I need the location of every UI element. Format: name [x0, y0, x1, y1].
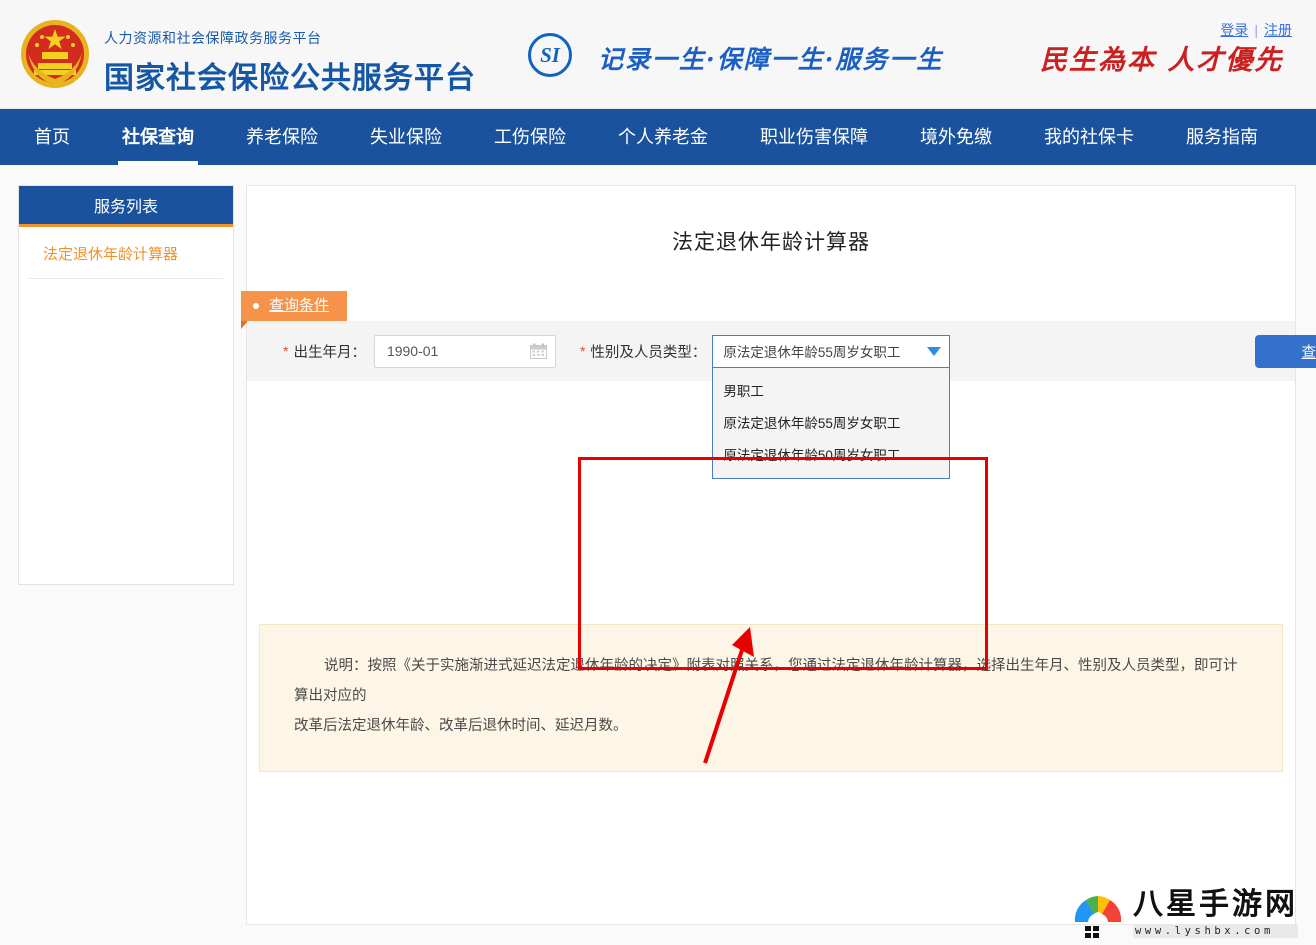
chevron-down-icon[interactable] [927, 346, 942, 356]
nav-item-occupational-injury[interactable]: 职业伤害保障 [734, 109, 894, 165]
register-link[interactable]: 注册 [1264, 22, 1292, 38]
si-logo-icon: SI [528, 33, 572, 77]
content-panel: 法定退休年龄计算器 查询条件 * 出生年月： 1990-01 * 性别及人员类型… [241, 185, 1316, 925]
sidebar-item-retirement-age-calculator[interactable]: 法定退休年龄计算器 [29, 227, 223, 279]
note-line-1: 说明：按照《关于实施渐进式延迟法定退休年龄的决定》附表对照关系，您通过法定退休年… [294, 658, 1238, 704]
sidebar-title: 服务列表 [19, 186, 233, 227]
main-navigation: 首页 社保查询 养老保险 失业保险 工伤保险 个人养老金 职业伤害保障 境外免缴… [0, 109, 1316, 165]
watermark-url: www.lyshbx.com [1133, 924, 1298, 938]
birth-date-field: * 出生年月： 1990-01 [283, 334, 556, 368]
service-list-sidebar: 服务列表 法定退休年龄计算器 [18, 185, 234, 585]
bullet-icon [253, 303, 259, 309]
watermark: 八星手游网 www.lyshbx.com [1071, 888, 1298, 938]
nav-item-personal-pension[interactable]: 个人养老金 [592, 109, 734, 165]
nav-item-home[interactable]: 首页 [8, 109, 96, 165]
header-calligraphy: 民生為本 人才優先 [1040, 45, 1284, 76]
birth-date-value: 1990-01 [386, 343, 439, 359]
birth-date-label: 出生年月： [293, 344, 366, 361]
query-condition-tab[interactable]: 查询条件 [241, 291, 348, 321]
brand-title: 国家社会保险公共服务平台 [104, 61, 476, 96]
auth-links: 登录 | 注册 [1220, 20, 1292, 40]
person-type-selected-value: 原法定退休年龄55周岁女职工 [723, 345, 901, 360]
person-type-select[interactable]: 原法定退休年龄55周岁女职工 [712, 334, 951, 368]
national-emblem-icon [18, 17, 92, 91]
birth-date-input[interactable]: 1990-01 [373, 334, 556, 368]
login-link[interactable]: 登录 [1220, 22, 1248, 38]
header-slogan: 记录一生·保障一生·服务一生 [598, 45, 944, 74]
si-logo-text: SI [528, 33, 572, 77]
nav-item-work-injury-insurance[interactable]: 工伤保险 [468, 109, 592, 165]
birth-required-mark: * [283, 343, 289, 359]
page-root: 人力资源和社会保障政务服务平台 国家社会保险公共服务平台 SI 记录一生·保障一… [0, 0, 1316, 945]
brand-block: 人力资源和社会保障政务服务平台 国家社会保险公共服务平台 [104, 28, 476, 97]
note-line-2: 改革后法定退休年龄、改革后退休时间、延迟月数。 [294, 718, 628, 734]
query-condition-tab-label: 查询条件 [269, 297, 330, 314]
nav-item-pension-insurance[interactable]: 养老保险 [220, 109, 344, 165]
watermark-name: 八星手游网 [1133, 887, 1298, 922]
calendar-icon[interactable] [529, 343, 547, 359]
person-type-field: * 性别及人员类型： 原法定退休年龄55周岁女职工 男职工 原法定退休年龄55周… [579, 334, 951, 479]
person-type-select-wrapper: 原法定退休年龄55周岁女职工 男职工 原法定退休年龄55周岁女职工 原法定退休年… [712, 334, 951, 479]
query-button[interactable]: 查询 [1255, 335, 1316, 368]
nav-item-overseas-exemption[interactable]: 境外免缴 [894, 109, 1018, 165]
nav-item-my-social-card[interactable]: 我的社保卡 [1018, 109, 1160, 165]
nav-item-service-guide[interactable]: 服务指南 [1160, 109, 1284, 165]
auth-separator: | [1254, 22, 1258, 38]
dropdown-option-female-55[interactable]: 原法定退休年龄55周岁女职工 [713, 406, 949, 438]
form-actions: 查询 重置 [1255, 335, 1316, 368]
dropdown-option-male-employee[interactable]: 男职工 [713, 374, 949, 406]
person-type-label: 性别及人员类型： [590, 344, 707, 361]
person-type-required-mark: * [579, 343, 586, 359]
nav-item-unemployment-insurance[interactable]: 失业保险 [344, 109, 468, 165]
query-form-row: * 出生年月： 1990-01 * 性别及人员类型： 原法定退休年龄55周岁女职… [247, 321, 1295, 479]
instruction-note: 说明：按照《关于实施渐进式延迟法定退休年龄的决定》附表对照关系，您通过法定退休年… [259, 624, 1283, 772]
person-type-dropdown-menu: 男职工 原法定退休年龄55周岁女职工 原法定退休年龄50周岁女职工 [712, 367, 951, 479]
dropdown-option-female-50[interactable]: 原法定退休年龄50周岁女职工 [713, 438, 949, 470]
watermark-logo-icon [1071, 888, 1125, 938]
query-button-label: 查询 [1301, 345, 1316, 361]
page-title: 法定退休年龄计算器 [672, 231, 870, 254]
nav-item-social-security-query[interactable]: 社保查询 [96, 109, 220, 165]
watermark-text-block: 八星手游网 www.lyshbx.com [1133, 888, 1298, 938]
page-body: 服务列表 法定退休年龄计算器 法定退休年龄计算器 查询条件 * 出生年月： 19… [0, 165, 1316, 945]
brand-subtitle: 人力资源和社会保障政务服务平台 [104, 31, 322, 47]
site-header: 人力资源和社会保障政务服务平台 国家社会保险公共服务平台 SI 记录一生·保障一… [0, 0, 1316, 109]
